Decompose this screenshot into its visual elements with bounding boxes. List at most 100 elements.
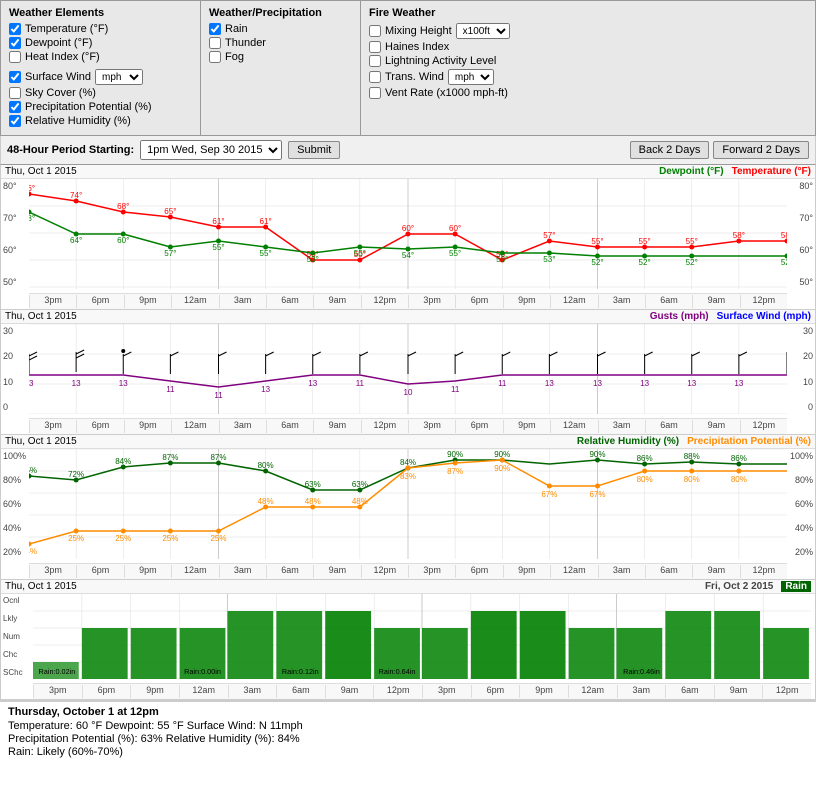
period-select[interactable]: 1pm Wed, Sep 30 2015 <box>140 140 282 160</box>
y-rh-r-60: 60% <box>789 499 813 509</box>
tick-9pm1: 9pm <box>124 295 171 308</box>
y-wind-30: 30 <box>3 326 27 336</box>
weather-precip-title: Weather/Precipitation <box>209 7 352 19</box>
svg-text:11: 11 <box>451 385 460 394</box>
svg-text:11: 11 <box>356 379 365 388</box>
y-rain-num: Num <box>3 632 31 641</box>
svg-text:48%: 48% <box>305 497 321 506</box>
y-rh-r-40: 40% <box>789 523 813 533</box>
period-label: 48-Hour Period Starting: <box>7 144 134 156</box>
y-temp-r-60: 60° <box>789 245 813 255</box>
precip-chart-label: Precipitation Potential (%) <box>687 436 811 447</box>
submit-button[interactable]: Submit <box>288 141 340 159</box>
tick-9pm2: 9pm <box>503 295 550 308</box>
svg-text:86%: 86% <box>637 454 653 463</box>
y-temp-r-50: 50° <box>789 277 813 287</box>
relative-humidity-checkbox[interactable] <box>9 115 21 127</box>
svg-text:13: 13 <box>261 385 270 394</box>
svg-text:67%: 67% <box>541 490 557 499</box>
y-rh-20: 20% <box>3 547 27 557</box>
y-wind-20: 20 <box>3 351 27 361</box>
haines-index-label: Haines Index <box>385 41 449 53</box>
svg-text:55°: 55° <box>354 249 366 258</box>
svg-text:13: 13 <box>29 379 34 388</box>
svg-text:13: 13 <box>545 379 554 388</box>
svg-text:25%: 25% <box>68 534 84 543</box>
trans-wind-checkbox[interactable] <box>369 71 381 83</box>
svg-text:55°: 55° <box>591 237 603 246</box>
y-temp-r-80: 80° <box>789 181 813 191</box>
temperature-chart-label: Temperature (°F) <box>732 166 811 177</box>
y-rh-40: 40% <box>3 523 27 533</box>
forward-days-button[interactable]: Forward 2 Days <box>713 141 809 159</box>
mixing-height-unit-select[interactable]: x100ftx10m <box>456 23 510 39</box>
surface-wind-unit-select[interactable]: mphktskm/h <box>95 69 143 85</box>
tick-12pm1: 12pm <box>361 295 408 308</box>
temp-chart-body: 80° 70° 60° 50° 80° 70° 60° 50° <box>1 179 815 309</box>
rh-chart-label: Relative Humidity (%) <box>577 436 679 447</box>
svg-text:55°: 55° <box>686 237 698 246</box>
svg-text:25%: 25% <box>115 534 131 543</box>
svg-text:58°: 58° <box>733 231 745 240</box>
temp-chart-header: Thu, Oct 1 2015 Dewpoint (°F) Temperatur… <box>1 165 815 179</box>
mixing-height-checkbox[interactable] <box>369 25 381 37</box>
dewpoint-checkbox[interactable] <box>9 37 21 49</box>
dewpoint-label: Dewpoint (°F) <box>25 37 92 49</box>
svg-text:55°: 55° <box>212 243 224 252</box>
precip-potential-checkbox[interactable] <box>9 101 21 113</box>
trans-wind-unit-select[interactable]: mphkts <box>448 69 494 85</box>
top-panel: Weather Elements Temperature (°F) Dewpoi… <box>0 0 816 136</box>
dewpoint-chart-label: Dewpoint (°F) <box>659 166 724 177</box>
svg-text:Rain:0.12in: Rain:0.12in <box>282 668 319 676</box>
back-days-button[interactable]: Back 2 Days <box>630 141 710 159</box>
svg-text:60°: 60° <box>117 236 129 245</box>
tick-12am1: 12am <box>171 295 218 308</box>
svg-text:55°: 55° <box>639 237 651 246</box>
svg-text:61°: 61° <box>260 217 272 226</box>
vent-rate-checkbox[interactable] <box>369 87 381 99</box>
rain-svg: Rain:0.02in Rain:0.00in Rain:0.12in Rain… <box>33 594 811 679</box>
y-temp-80: 80° <box>3 181 27 191</box>
thunder-checkbox[interactable] <box>209 37 221 49</box>
weather-elements-title: Weather Elements <box>9 7 192 19</box>
y-rain-chc: Chc <box>3 650 31 659</box>
info-title: Thursday, October 1 at 12pm <box>8 706 808 718</box>
wind-chart-header: Thu, Oct 1 2015 Gusts (mph) Surface Wind… <box>1 310 815 324</box>
weather-precip-section: Weather/Precipitation Rain Thunder Fog <box>201 1 361 135</box>
svg-text:90%: 90% <box>494 464 510 473</box>
svg-text:60°: 60° <box>449 224 461 233</box>
tick-3pm1: 3pm <box>29 295 76 308</box>
temperature-checkbox[interactable] <box>9 23 21 35</box>
svg-text:13: 13 <box>593 379 602 388</box>
svg-text:25%: 25% <box>162 534 178 543</box>
sky-cover-label: Sky Cover (%) <box>25 87 96 99</box>
svg-text:76°: 76° <box>29 184 35 193</box>
surface-wind-label: Surface Wind <box>25 71 91 83</box>
rain-checkbox[interactable] <box>209 23 221 35</box>
info-row-2: Precipitation Potential (%): 63% Relativ… <box>8 733 808 745</box>
rh-time-axis: 3pm 6pm 9pm 12am 3am 6am 9am 12pm 3pm 6p… <box>29 563 787 579</box>
svg-text:72%: 72% <box>68 470 84 479</box>
y-rh-80: 80% <box>3 475 27 485</box>
svg-text:80%: 80% <box>258 461 274 470</box>
haines-index-checkbox[interactable] <box>369 41 381 53</box>
svg-text:84%: 84% <box>115 457 131 466</box>
y-rh-r-80: 80% <box>789 475 813 485</box>
svg-text:90%: 90% <box>447 450 463 459</box>
svg-text:53°: 53° <box>543 255 555 264</box>
sky-cover-checkbox[interactable] <box>9 87 21 99</box>
heat-index-checkbox[interactable] <box>9 51 21 63</box>
surface-wind-checkbox[interactable] <box>9 71 21 83</box>
tick-6pm1: 6pm <box>76 295 123 308</box>
svg-text:88%: 88% <box>684 452 700 461</box>
tick-9am1: 9am <box>313 295 360 308</box>
fog-checkbox[interactable] <box>209 51 221 63</box>
wind-chart: Thu, Oct 1 2015 Gusts (mph) Surface Wind… <box>1 310 815 435</box>
svg-text:57°: 57° <box>543 231 555 240</box>
svg-text:80%: 80% <box>684 475 700 484</box>
svg-text:11: 11 <box>214 391 223 400</box>
lightning-checkbox[interactable] <box>369 55 381 67</box>
y-wind-10: 10 <box>3 377 27 387</box>
trans-wind-label: Trans. Wind <box>385 71 444 83</box>
precip-potential-label: Precipitation Potential (%) <box>25 101 152 113</box>
